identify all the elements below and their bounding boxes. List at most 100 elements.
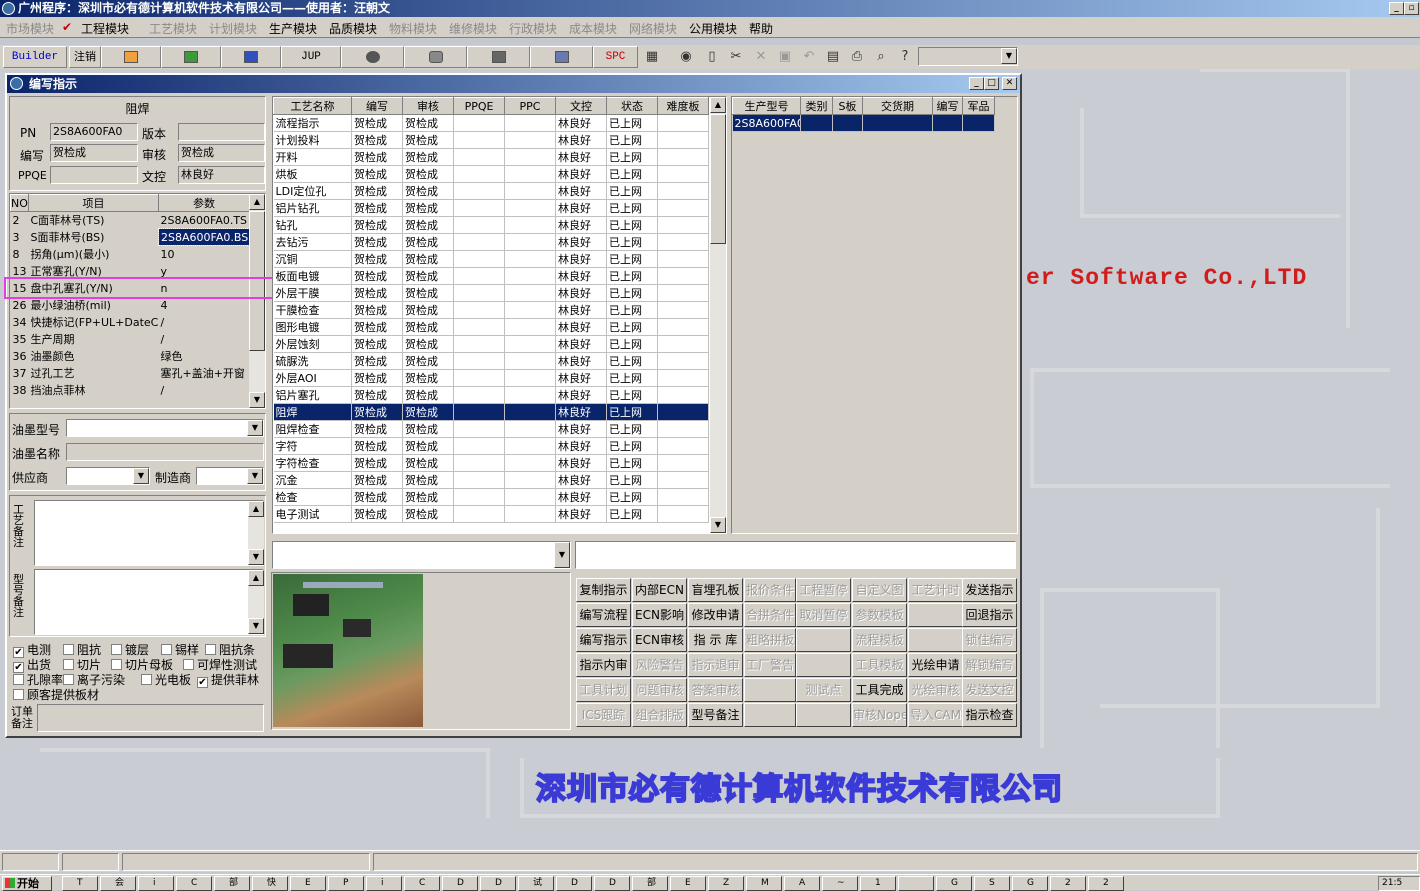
maker-select[interactable]: ▼: [196, 467, 264, 485]
flow-row[interactable]: 电子测试 贺检成 贺检成 林良好 已上网: [273, 505, 709, 523]
flow-cell[interactable]: [657, 386, 709, 404]
flow-cell[interactable]: [453, 420, 505, 438]
taskbar-task[interactable]: 快: [252, 876, 288, 891]
action-button[interactable]: 回退指示: [962, 603, 1017, 627]
scroll-down-icon[interactable]: ▼: [249, 392, 265, 408]
param-row[interactable]: 26 最小绿油桥(mil) 4: [10, 296, 250, 314]
checkbox-empty-icon[interactable]: [13, 689, 24, 700]
flow-cell[interactable]: 沉铜: [273, 250, 352, 268]
flow-cell[interactable]: [504, 318, 556, 336]
flow-cell[interactable]: [657, 437, 709, 455]
flow-cell[interactable]: 烘板: [273, 165, 352, 183]
flow-cell[interactable]: 已上网: [606, 165, 658, 183]
flow-row[interactable]: 图形电镀 贺检成 贺检成 林良好 已上网: [273, 318, 709, 336]
taskbar-task[interactable]: 2: [1050, 876, 1086, 891]
flow-cell[interactable]: 贺检成: [351, 114, 403, 132]
flow-cell[interactable]: 林良好: [555, 131, 607, 149]
flow-cell[interactable]: 林良好: [555, 284, 607, 302]
calculator-icon[interactable]: ▦: [642, 48, 662, 67]
taskbar-task[interactable]: 部: [632, 876, 668, 891]
flow-cell[interactable]: [657, 454, 709, 472]
flow-column-header[interactable]: 难度板: [657, 97, 709, 115]
flow-cell[interactable]: 贺检成: [351, 233, 403, 251]
flow-cell[interactable]: [657, 216, 709, 234]
flow-cell[interactable]: 钻孔: [273, 216, 352, 234]
flow-cell[interactable]: 贺检成: [402, 250, 454, 268]
flow-cell[interactable]: [504, 335, 556, 353]
product-column-header[interactable]: 类别: [800, 97, 833, 115]
product-cell[interactable]: [800, 114, 833, 132]
menu-admin[interactable]: 行政模块: [509, 20, 557, 37]
flow-cell[interactable]: 林良好: [555, 267, 607, 285]
flow-cell[interactable]: 贺检成: [402, 352, 454, 370]
param-no-cell[interactable]: 37: [10, 364, 29, 382]
flow-cell[interactable]: [453, 488, 505, 506]
param-item-cell[interactable]: S面菲林号(BS): [28, 228, 159, 246]
version-field[interactable]: [178, 123, 265, 141]
minimize-button[interactable]: _: [1389, 2, 1404, 15]
supplier-select[interactable]: ▼: [66, 467, 150, 485]
flow-cell[interactable]: [657, 114, 709, 132]
flow-cell[interactable]: 已上网: [606, 131, 658, 149]
action-button[interactable]: [744, 678, 796, 702]
flow-cell[interactable]: [504, 437, 556, 455]
flow-row[interactable]: LDI定位孔 贺检成 贺检成 林良好 已上网: [273, 182, 709, 200]
action-button[interactable]: 风险警告: [632, 653, 687, 677]
flow-cell[interactable]: 已上网: [606, 301, 658, 319]
instruction-text-field[interactable]: [575, 541, 1016, 569]
flow-cell[interactable]: [657, 335, 709, 353]
flow-cell[interactable]: [504, 505, 556, 523]
param-value-cell[interactable]: /: [158, 381, 250, 399]
flow-cell[interactable]: 林良好: [555, 488, 607, 506]
type-note-field[interactable]: [34, 569, 264, 635]
flow-cell[interactable]: 阻焊检查: [273, 420, 352, 438]
flow-cell[interactable]: [504, 216, 556, 234]
param-no-cell[interactable]: 35: [10, 330, 29, 348]
flow-cell[interactable]: 林良好: [555, 301, 607, 319]
menu-material[interactable]: 物料模块: [389, 20, 437, 37]
flow-cell[interactable]: 林良好: [555, 471, 607, 489]
flow-cell[interactable]: [453, 182, 505, 200]
flow-cell[interactable]: [504, 386, 556, 404]
menu-common[interactable]: 公用模块: [689, 20, 737, 37]
product-column-header[interactable]: 交货期: [862, 97, 933, 115]
window-minimize-button[interactable]: _: [969, 77, 984, 90]
flow-column-header[interactable]: 工艺名称: [273, 97, 352, 115]
product-cell[interactable]: 2S8A600FA0: [732, 114, 801, 132]
flow-cell[interactable]: [657, 233, 709, 251]
action-button[interactable]: [796, 703, 851, 727]
flow-cell[interactable]: 字符检查: [273, 454, 352, 472]
scroll-down-icon[interactable]: ▼: [248, 549, 264, 565]
taskbar-task[interactable]: T: [62, 876, 98, 891]
taskbar-task[interactable]: [898, 876, 934, 891]
flow-cell[interactable]: 贺检成: [351, 403, 403, 421]
flow-row[interactable]: 流程指示 贺检成 贺检成 林良好 已上网: [273, 114, 709, 132]
globe-icon[interactable]: ◉: [676, 48, 696, 67]
flow-cell[interactable]: 贺检成: [351, 454, 403, 472]
flow-cell[interactable]: 贺检成: [351, 437, 403, 455]
flow-cell[interactable]: 阻焊: [273, 403, 352, 421]
checkbox-empty-icon[interactable]: [205, 644, 216, 655]
flow-cell[interactable]: 流程指示: [273, 114, 352, 132]
action-button[interactable]: 光绘审核: [908, 678, 963, 702]
scroll-up-icon[interactable]: ▲: [248, 570, 264, 586]
flow-cell[interactable]: 已上网: [606, 471, 658, 489]
flow-cell[interactable]: 已上网: [606, 318, 658, 336]
flow-cell[interactable]: 已上网: [606, 199, 658, 217]
flow-row[interactable]: 沉铜 贺检成 贺检成 林良好 已上网: [273, 250, 709, 268]
action-button[interactable]: [908, 628, 963, 652]
flow-cell[interactable]: 图形电镀: [273, 318, 352, 336]
flow-row[interactable]: 外层干膜 贺检成 贺检成 林良好 已上网: [273, 284, 709, 302]
flow-cell[interactable]: 林良好: [555, 216, 607, 234]
menu-production[interactable]: 生产模块: [269, 20, 317, 37]
spc-button[interactable]: SPC: [593, 46, 638, 68]
param-row[interactable]: 8 拐角(μm)(最小) 10: [10, 245, 250, 263]
taskbar-task[interactable]: C: [176, 876, 212, 891]
flow-row[interactable]: 外层AOI 贺检成 贺检成 林良好 已上网: [273, 369, 709, 387]
flow-cell[interactable]: [657, 471, 709, 489]
taskbar-task[interactable]: i: [366, 876, 402, 891]
taskbar-task[interactable]: D: [442, 876, 478, 891]
action-button[interactable]: 报价条件: [744, 578, 796, 602]
flow-cell[interactable]: [504, 301, 556, 319]
taskbar-task[interactable]: M: [746, 876, 782, 891]
